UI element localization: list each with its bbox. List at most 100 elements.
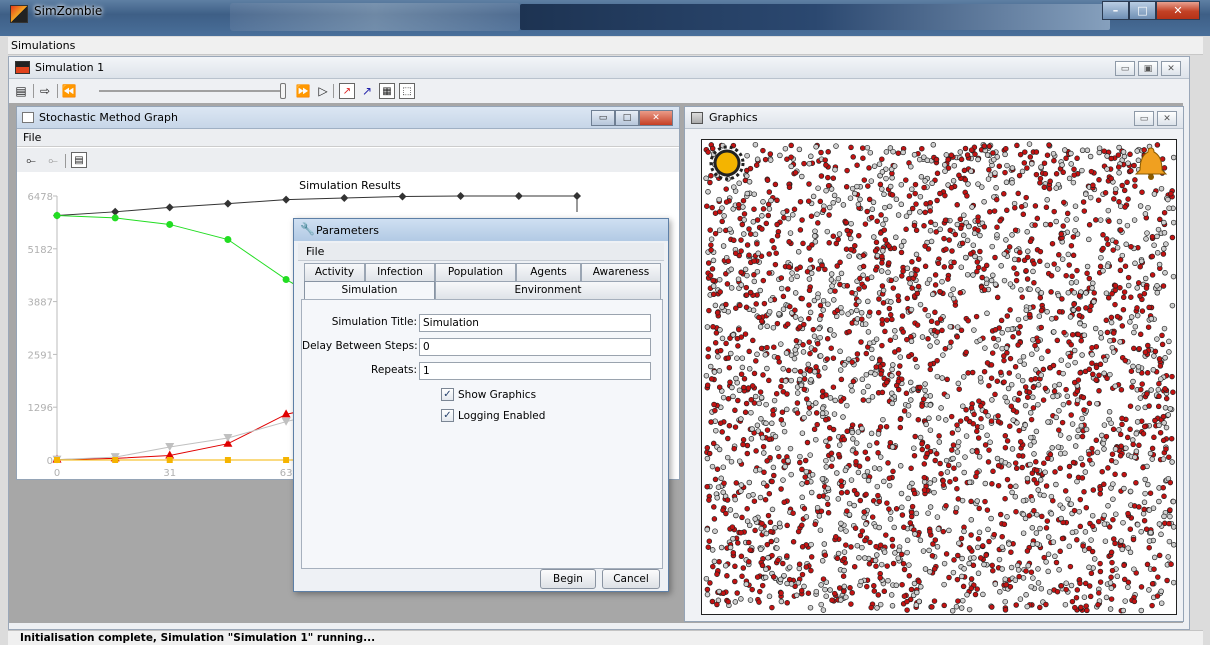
healthy-agent xyxy=(987,439,993,445)
healthy-agent xyxy=(940,352,946,358)
tab-activity[interactable]: Activity xyxy=(304,263,365,281)
infected-agent xyxy=(1074,155,1080,162)
step-slider-track[interactable] xyxy=(99,90,284,92)
rewind-icon[interactable]: ⏪ xyxy=(61,83,77,99)
infected-agent xyxy=(1056,252,1062,258)
maximize-button[interactable]: □ xyxy=(1129,1,1156,20)
healthy-agent xyxy=(1134,148,1140,154)
checkbox-checked-icon[interactable]: ✓ xyxy=(441,388,454,401)
parameters-menu-file[interactable]: File xyxy=(306,245,324,258)
infected-agent xyxy=(1002,433,1009,439)
play-icon[interactable]: ▷ xyxy=(315,83,331,99)
infected-agent xyxy=(873,239,880,246)
close-icon[interactable]: ✕ xyxy=(1161,61,1181,76)
step-slider-thumb[interactable] xyxy=(280,83,286,99)
infected-agent xyxy=(1167,479,1174,486)
show-graphics-checkbox[interactable]: ✓ Show Graphics xyxy=(441,388,536,401)
infected-agent xyxy=(920,396,927,402)
healthy-agent xyxy=(1130,363,1136,370)
line-marker-icon[interactable]: ⟜ xyxy=(23,152,39,168)
infected-agent xyxy=(906,193,913,199)
infected-agent xyxy=(1034,215,1041,222)
y-tick-label: 5182 xyxy=(28,245,53,256)
window-titlebar[interactable]: SimZombie – □ ✕ xyxy=(0,0,1210,36)
infected-agent xyxy=(1087,457,1093,463)
infected-agent xyxy=(759,318,765,324)
minimize-icon[interactable]: ▭ xyxy=(1134,111,1154,126)
delay-between-steps-input[interactable]: 0 xyxy=(419,338,651,356)
infected-agent xyxy=(802,457,809,464)
tab-agents[interactable]: Agents xyxy=(516,263,581,281)
healthy-agent xyxy=(1076,508,1082,515)
chart-options-icon[interactable]: ▤ xyxy=(71,152,87,168)
healthy-agent xyxy=(763,566,769,573)
infected-agent xyxy=(844,508,850,514)
healthy-agent xyxy=(1167,513,1173,520)
infected-agent xyxy=(1122,263,1129,269)
line-hollow-icon[interactable]: ⟜ xyxy=(45,152,61,168)
logging-enabled-checkbox[interactable]: ✓ Logging Enabled xyxy=(441,409,545,422)
logging-enabled-label: Logging Enabled xyxy=(458,409,546,422)
save-icon[interactable]: ▤ xyxy=(13,83,29,99)
menu-simulations[interactable]: Simulations xyxy=(11,39,75,52)
data-point xyxy=(224,236,232,244)
tab-environment[interactable]: Environment xyxy=(435,281,661,299)
infected-agent xyxy=(997,511,1004,518)
close-button[interactable]: ✕ xyxy=(1156,1,1200,20)
tab-simulation[interactable]: Simulation xyxy=(304,281,435,300)
graphics-frame-titlebar[interactable]: Graphics ▭ ✕ xyxy=(685,107,1183,129)
graph-menu-file[interactable]: File xyxy=(23,131,41,144)
maximize-icon[interactable]: □ xyxy=(615,110,639,126)
graphics-view-icon[interactable]: ⬚ xyxy=(399,83,415,99)
infected-agent xyxy=(904,336,910,343)
infected-agent xyxy=(1059,535,1066,542)
simulation-title-input[interactable]: Simulation xyxy=(419,314,651,332)
close-icon[interactable]: ✕ xyxy=(639,110,673,126)
healthy-agent xyxy=(984,152,991,158)
graph-variant-icon[interactable]: ↗ xyxy=(359,83,375,99)
parameters-titlebar[interactable]: 🔧 Parameters xyxy=(294,219,668,241)
fast-forward-icon[interactable]: ⏩ xyxy=(295,83,311,99)
graph-icon[interactable]: ↗ xyxy=(339,83,355,99)
healthy-agent xyxy=(939,375,945,381)
healthy-agent xyxy=(1059,256,1066,262)
healthy-agent xyxy=(1118,538,1124,544)
infected-agent xyxy=(934,197,940,204)
infected-agent xyxy=(786,239,792,245)
simulation-canvas[interactable] xyxy=(701,139,1177,615)
tab-awareness[interactable]: Awareness xyxy=(581,263,661,281)
restore-icon[interactable]: ▣ xyxy=(1138,61,1158,76)
healthy-agent xyxy=(1120,149,1127,155)
minimize-icon[interactable]: ▭ xyxy=(591,110,615,126)
close-icon[interactable]: ✕ xyxy=(1157,111,1177,126)
simulation-frame-titlebar[interactable]: Simulation 1 ▭ ▣ ✕ xyxy=(9,57,1189,79)
begin-button[interactable]: Begin xyxy=(540,569,596,589)
minimize-button[interactable]: – xyxy=(1102,1,1129,20)
data-point xyxy=(224,457,231,463)
checkbox-checked-icon[interactable]: ✓ xyxy=(441,409,454,422)
infected-agent xyxy=(947,227,953,234)
grid-view-icon[interactable]: ▦ xyxy=(379,83,395,99)
infected-agent xyxy=(927,208,933,214)
healthy-agent xyxy=(977,337,983,343)
infected-agent xyxy=(991,531,997,538)
infected-agent xyxy=(724,281,731,287)
graph-frame-titlebar[interactable]: Stochastic Method Graph ▭ □ ✕ xyxy=(17,107,679,129)
healthy-agent xyxy=(1009,489,1015,496)
infected-agent xyxy=(1156,380,1162,387)
infected-agent xyxy=(753,301,759,307)
tab-infection[interactable]: Infection xyxy=(365,263,435,281)
healthy-agent xyxy=(1044,262,1051,269)
infected-agent xyxy=(1128,368,1135,374)
minimize-icon[interactable]: ▭ xyxy=(1115,61,1135,76)
healthy-agent xyxy=(704,526,710,533)
infected-agent xyxy=(1090,523,1096,530)
cancel-button[interactable]: Cancel xyxy=(602,569,660,589)
infected-agent xyxy=(1080,543,1086,549)
infected-agent xyxy=(1013,465,1020,472)
infected-agent xyxy=(875,309,882,316)
export-icon[interactable]: ⇨ xyxy=(37,83,53,99)
repeats-input[interactable]: 1 xyxy=(419,362,651,380)
tab-population[interactable]: Population xyxy=(435,263,516,281)
infected-agent xyxy=(849,289,855,296)
